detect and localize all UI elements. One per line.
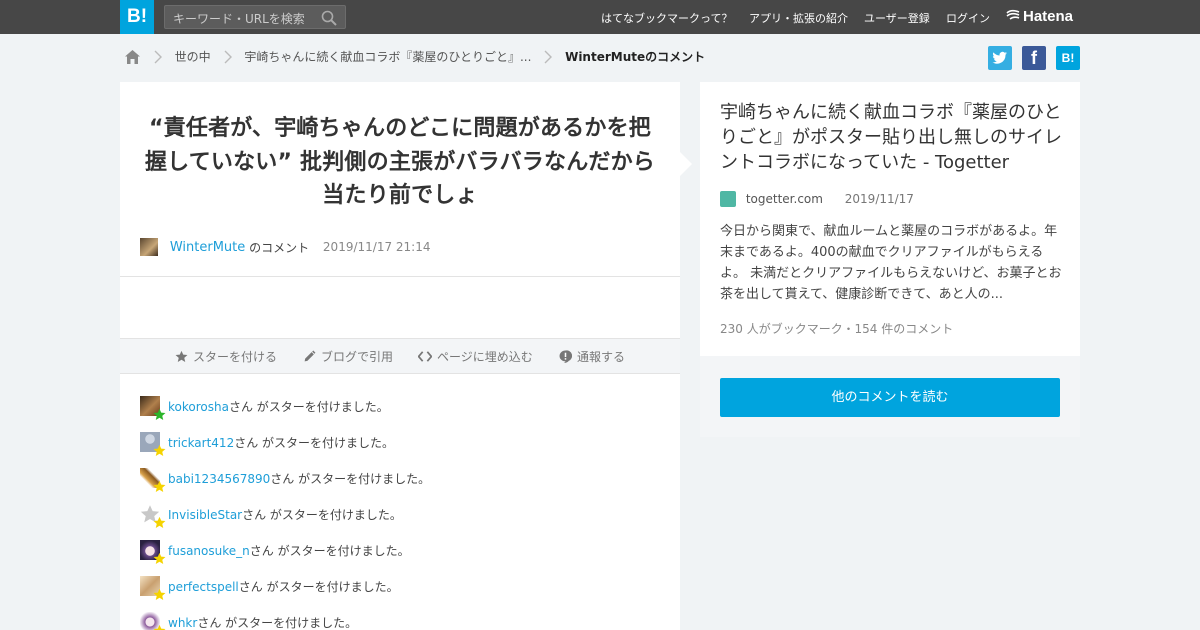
star-user-link[interactable]: whkr — [168, 616, 197, 630]
search-icon[interactable] — [321, 10, 337, 26]
article-excerpt: 今日から関東で、献血ルームと薬屋のコラボがあるよ。年末まであるよ。400の献血で… — [720, 224, 1062, 302]
bookmark-counts: 230 人がブックマーク・154 件のコメント — [720, 322, 954, 336]
yellow-star-icon — [153, 480, 166, 492]
home-icon[interactable] — [124, 49, 141, 65]
site-favicon-icon — [720, 191, 736, 207]
star-user-link[interactable]: perfectspell — [168, 580, 239, 594]
twitter-icon — [992, 51, 1007, 64]
yellow-star-icon — [153, 588, 166, 600]
star-user-link[interactable]: InvisibleStar — [168, 508, 242, 522]
hatena-brand[interactable]: Hatena — [1006, 8, 1073, 25]
alert-bubble-icon — [559, 350, 573, 363]
hatena-brand-label: Hatena — [1023, 8, 1074, 25]
breadcrumb-category[interactable]: 世の中 — [175, 48, 211, 65]
divider — [120, 276, 680, 277]
hatena-mark-icon — [1006, 9, 1020, 20]
yellow-star-icon — [153, 444, 166, 456]
twitter-share-button[interactable] — [988, 46, 1012, 70]
star-text: さん がスターを付けました。 — [270, 472, 431, 486]
chevron-right-icon — [544, 50, 553, 63]
pencil-icon — [304, 350, 316, 362]
star-user-link[interactable]: trickart412 — [168, 436, 234, 450]
breadcrumb: 世の中 宇崎ちゃんに続く献血コラボ『薬屋のひとりごと』... WinterMut… — [124, 48, 705, 66]
comment-text: “責任者が、宇崎ちゃんのどこに問題があるかを把握していない” 批判側の主張がバラ… — [144, 116, 656, 208]
nav-about-link[interactable]: はてなブックマークって？ — [601, 10, 732, 26]
star-text: さん がスターを付けました。 — [234, 436, 395, 450]
chevron-right-icon — [154, 50, 162, 63]
comment-author-row: WinterMute のコメント 2019/11/17 21:14 — [140, 238, 430, 256]
star-icon — [175, 350, 188, 362]
blog-quote-label: ブログで引用 — [321, 350, 394, 364]
star-user-link[interactable]: babi1234567890 — [168, 472, 270, 486]
embed-button[interactable]: ページに埋め込む — [417, 348, 533, 365]
star-user-link[interactable]: fusanosuke_n — [168, 544, 250, 558]
nav-apps-link[interactable]: アプリ・拡張の紹介 — [749, 10, 848, 26]
article-card-footer: 他のコメントを読む — [700, 356, 1080, 437]
code-icon — [417, 351, 433, 362]
star-text: さん がスターを付けました。 — [249, 544, 410, 558]
green-star-icon — [153, 408, 166, 420]
chevron-right-icon — [224, 50, 232, 63]
star-text: さん がスターを付けました。 — [197, 616, 358, 630]
search-input[interactable]: キーワード・URLを検索 — [164, 5, 346, 29]
article-meta: togetter.com 2019/11/17 — [720, 191, 914, 207]
hatena-bookmark-logo[interactable]: B! — [120, 0, 154, 34]
hatena-share-button[interactable]: B! — [1056, 46, 1080, 70]
star-text: さん がスターを付けました。 — [228, 400, 389, 414]
breadcrumb-entry[interactable]: 宇崎ちゃんに続く献血コラボ『薬屋のひとりごと』... — [244, 48, 531, 65]
add-star-button[interactable]: スターを付ける — [175, 348, 277, 365]
yellow-star-icon — [153, 552, 166, 564]
star-text: さん がスターを付けました。 — [238, 580, 399, 594]
action-bar: スターを付ける ブログで引用 ページに埋め込む 通報する — [120, 338, 680, 374]
yellow-star-icon — [153, 624, 166, 630]
author-link[interactable]: WinterMute — [170, 240, 245, 255]
article-date: 2019/11/17 — [844, 192, 914, 206]
nav-login-link[interactable]: ログイン — [946, 10, 990, 26]
article-domain-link[interactable]: togetter.com — [746, 192, 823, 206]
facebook-share-button[interactable]: f — [1022, 46, 1046, 70]
star-user-link[interactable]: kokorosha — [168, 400, 229, 414]
search-placeholder: キーワード・URLを検索 — [173, 12, 305, 26]
top-bar: B! キーワード・URLを検索 はてなブックマークって？ アプリ・拡張の紹介 ユ… — [0, 0, 1200, 34]
comment-card: “責任者が、宇崎ちゃんのどこに問題があるかを把握していない” 批判側の主張がバラ… — [120, 82, 680, 630]
read-other-comments-button[interactable]: 他のコメントを読む — [720, 378, 1060, 417]
article-title-link[interactable]: 宇崎ちゃんに続く献血コラボ『薬屋のひとりごと』がポスター貼り出し無しのサイレント… — [720, 100, 1065, 175]
avatar[interactable] — [140, 238, 158, 256]
report-button[interactable]: 通報する — [559, 348, 625, 365]
author-suffix: のコメント — [249, 240, 310, 255]
article-card: 宇崎ちゃんに続く献血コラボ『薬屋のひとりごと』がポスター貼り出し無しのサイレント… — [700, 82, 1080, 356]
yellow-star-icon — [153, 516, 166, 528]
nav-register-link[interactable]: ユーザー登録 — [864, 10, 930, 26]
card-pointer — [680, 152, 692, 176]
embed-label: ページに埋め込む — [437, 350, 533, 364]
breadcrumb-current: WinterMuteのコメント — [565, 50, 706, 64]
blog-quote-button[interactable]: ブログで引用 — [303, 348, 393, 365]
add-star-label: スターを付ける — [193, 350, 278, 364]
comment-date: 2019/11/17 21:14 — [322, 240, 431, 254]
report-label: 通報する — [577, 350, 626, 364]
star-text: さん がスターを付けました。 — [242, 508, 402, 522]
